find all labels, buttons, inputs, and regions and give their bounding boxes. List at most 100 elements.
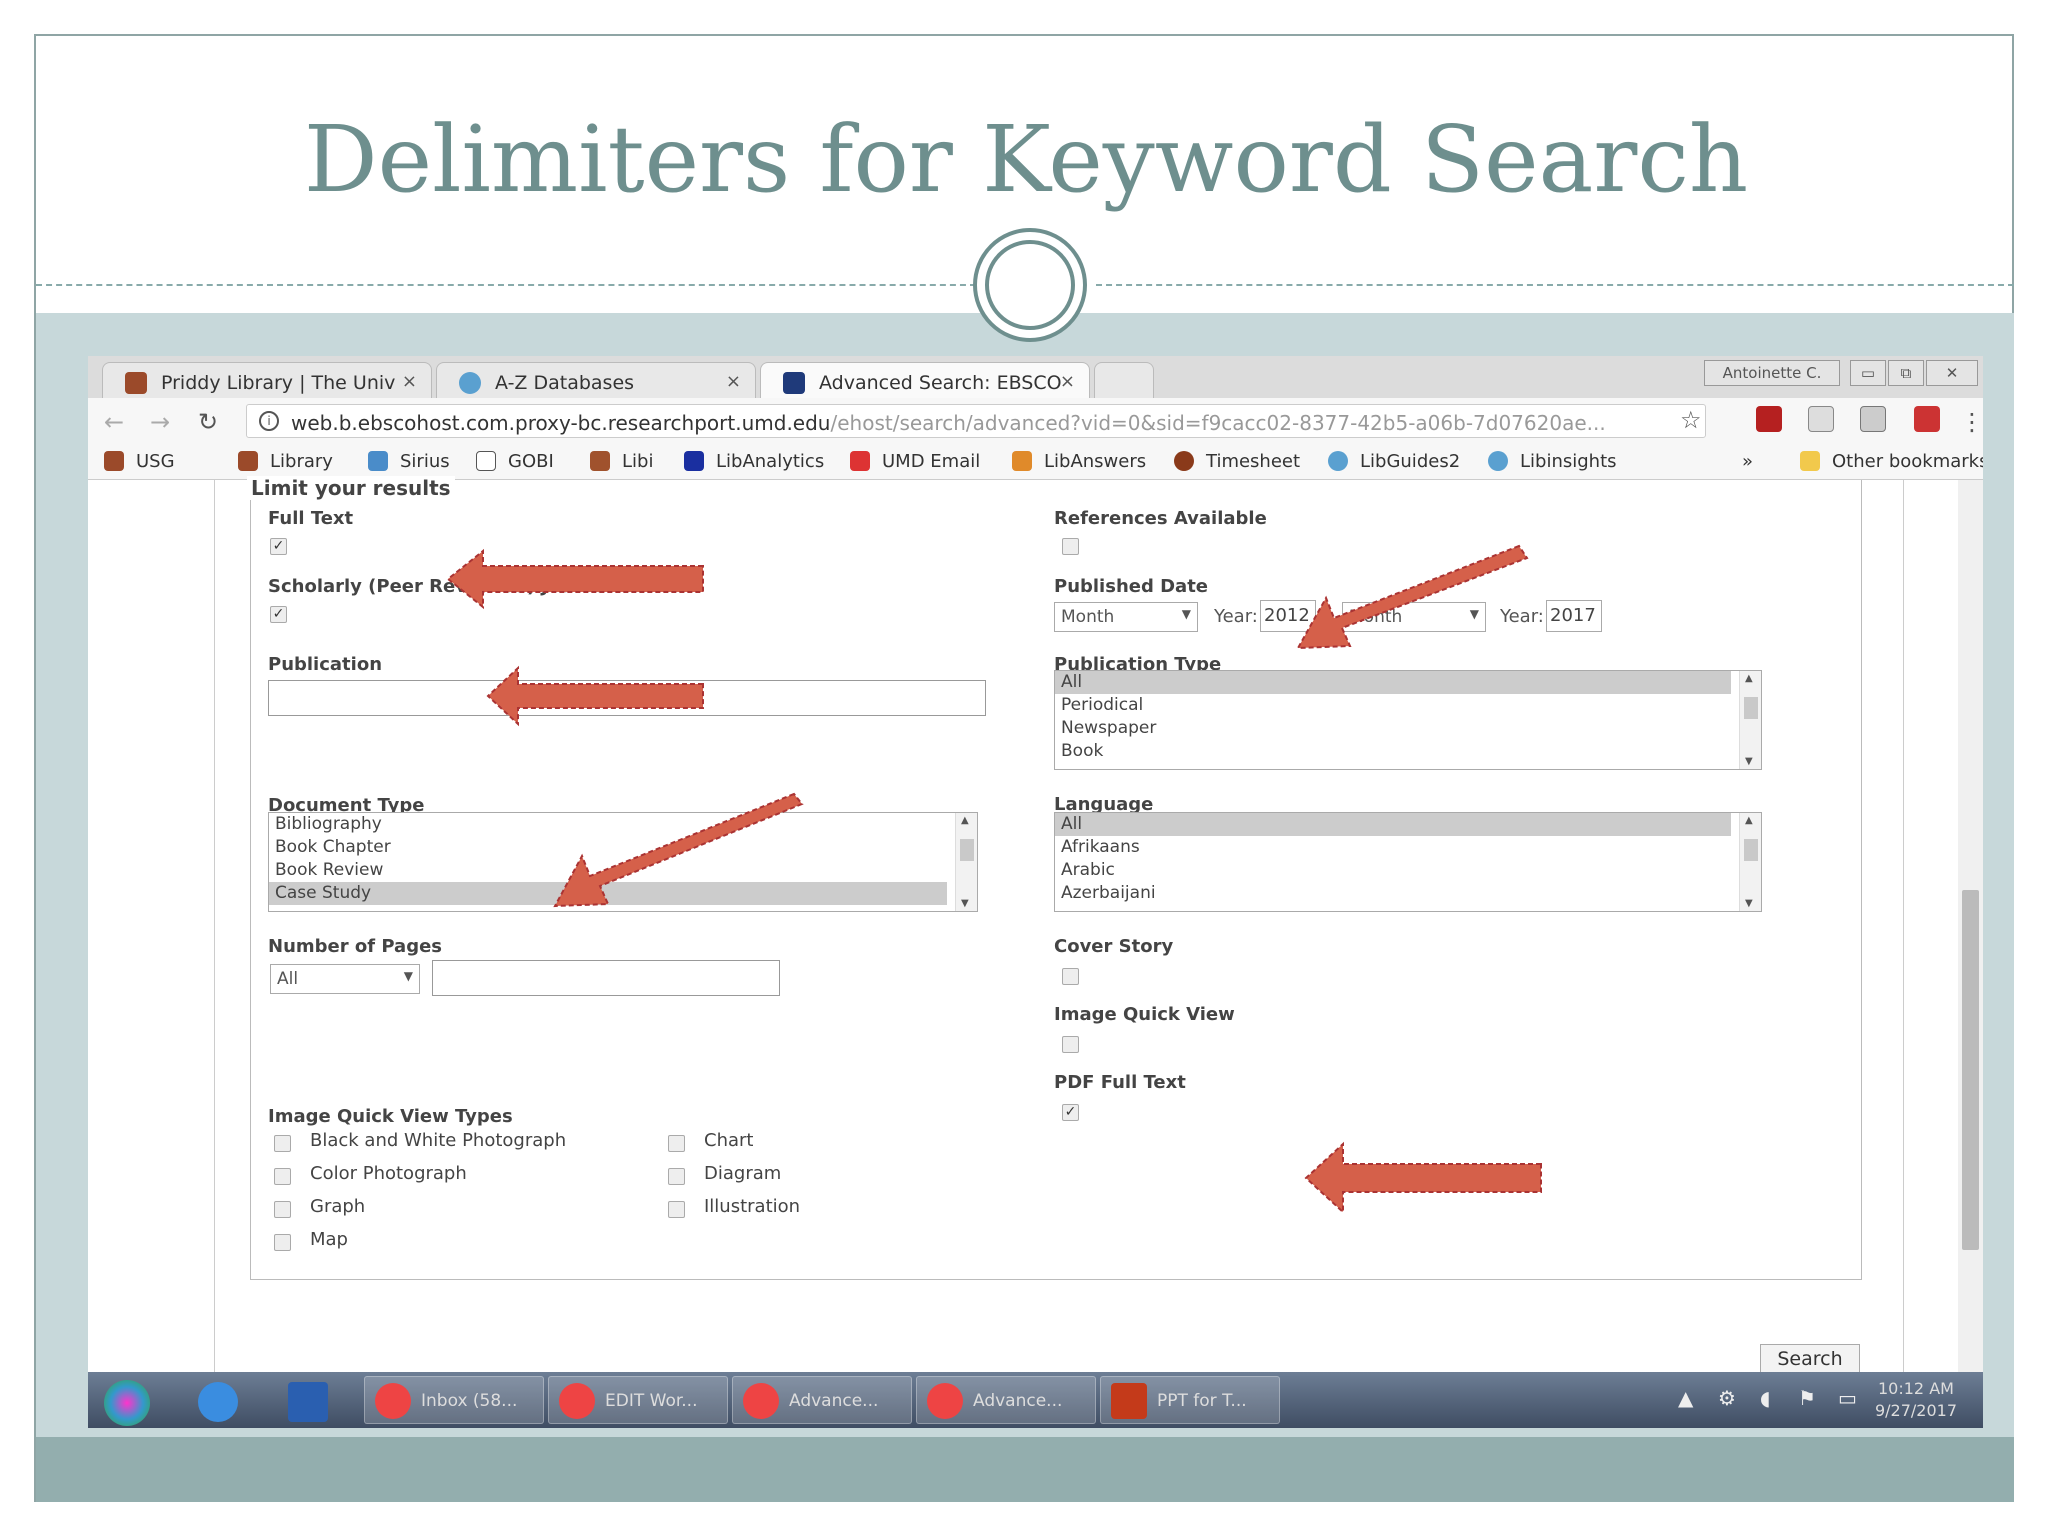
scroll-down-icon[interactable]: ▼	[1745, 756, 1753, 767]
restore-icon[interactable]: ⧉	[1888, 360, 1924, 386]
taskbar-item[interactable]: EDIT Wor...	[548, 1376, 728, 1424]
bookmark-usg[interactable]: USG	[104, 451, 175, 472]
scroll-up-icon[interactable]: ▲	[961, 815, 969, 826]
tab-az-databases[interactable]: A-Z Databases ×	[436, 362, 756, 398]
network-icon[interactable]: ⚙	[1718, 1386, 1736, 1410]
bookmark-timesheet[interactable]: Timesheet	[1174, 451, 1300, 472]
scholarly-checkbox[interactable]: ✓	[270, 606, 287, 623]
pdf-full-text-checkbox[interactable]: ✓	[1062, 1104, 1079, 1121]
other-bookmarks[interactable]: Other bookmarks	[1800, 451, 1983, 472]
profile-button[interactable]: Antoinette C.	[1704, 360, 1840, 386]
bookmark-libguides2[interactable]: LibGuides2	[1328, 451, 1460, 472]
switch-icon[interactable]	[288, 1382, 328, 1422]
bw-photo-checkbox[interactable]	[274, 1135, 291, 1152]
list-item[interactable]: Book	[1055, 740, 1731, 763]
bookmark-gobi[interactable]: GOBI	[476, 451, 554, 472]
scrollbar-thumb[interactable]	[1744, 839, 1758, 861]
tab-advanced-search[interactable]: Advanced Search: EBSCO ×	[760, 362, 1090, 398]
scrollbar-thumb[interactable]	[1962, 890, 1979, 1250]
libi-icon	[590, 451, 610, 471]
more-bookmarks-icon[interactable]: »	[1742, 451, 1753, 472]
menu-icon[interactable]: ⋮	[1960, 408, 1983, 436]
ie-icon[interactable]	[198, 1382, 238, 1422]
scrollbar-thumb[interactable]	[1744, 697, 1758, 719]
references-label: References Available	[1054, 508, 1267, 529]
scroll-down-icon[interactable]: ▼	[1745, 898, 1753, 909]
taskbar-item[interactable]: PPT for T...	[1100, 1376, 1280, 1424]
taskbar-item[interactable]: Advance...	[916, 1376, 1096, 1424]
scrollbar-thumb[interactable]	[960, 839, 974, 861]
flag-icon[interactable]: ⚑	[1798, 1386, 1816, 1410]
document-type-list[interactable]: Bibliography Book Chapter Book Review Ca…	[268, 812, 978, 912]
list-item[interactable]: Bibliography	[269, 813, 947, 836]
cloud-icon	[1328, 451, 1348, 471]
tray-expand-icon[interactable]: ▲	[1678, 1386, 1693, 1410]
taskbar-item[interactable]: Inbox (58...	[364, 1376, 544, 1424]
bookmark-sirius[interactable]: Sirius	[368, 451, 450, 472]
diagram-checkbox[interactable]	[668, 1168, 685, 1185]
pdf-extension-icon[interactable]	[1756, 406, 1782, 432]
start-button-icon[interactable]	[104, 1380, 150, 1426]
list-item[interactable]: All	[1055, 671, 1731, 694]
full-text-checkbox[interactable]: ✓	[270, 538, 287, 555]
list-item[interactable]: Arabic	[1055, 859, 1731, 882]
taskbar-item[interactable]: Advance...	[732, 1376, 912, 1424]
volume-icon[interactable]: ◖	[1760, 1386, 1771, 1410]
list-item[interactable]: Case Study	[269, 882, 947, 905]
image-quick-view-checkbox[interactable]	[1062, 1036, 1079, 1053]
scroll-up-icon[interactable]: ▲	[1745, 673, 1753, 684]
url-input[interactable]: i web.b.ebscohost.com.proxy-bc.researchp…	[246, 404, 1706, 438]
list-item[interactable]: Book Review	[269, 859, 947, 882]
star-icon[interactable]: ☆	[1680, 406, 1702, 434]
from-year-input[interactable]: 2012	[1260, 600, 1316, 632]
cover-story-checkbox[interactable]	[1062, 968, 1079, 985]
reload-icon[interactable]: ↻	[198, 408, 218, 436]
forward-icon[interactable]: →	[150, 408, 170, 436]
clock[interactable]: 10:12 AM 9/27/2017	[1875, 1378, 1957, 1422]
bookmark-libinsights[interactable]: Libinsights	[1488, 451, 1617, 472]
list-scrollbar[interactable]: ▲ ▼	[1739, 813, 1761, 911]
list-item[interactable]: Book Chapter	[269, 836, 947, 859]
extension-icon[interactable]	[1808, 406, 1834, 432]
close-icon[interactable]: ×	[726, 371, 741, 392]
new-tab-button[interactable]	[1094, 362, 1154, 398]
list-item[interactable]: Azerbaijani	[1055, 882, 1731, 905]
to-year-input[interactable]: 2017	[1546, 600, 1602, 632]
color-photo-checkbox[interactable]	[274, 1168, 291, 1185]
bookmark-umd-email[interactable]: UMD Email	[850, 451, 980, 472]
publication-input[interactable]	[268, 680, 986, 716]
tab-priddy[interactable]: Priddy Library | The Univ ×	[102, 362, 432, 398]
references-checkbox[interactable]	[1062, 538, 1079, 555]
list-item[interactable]: All	[1055, 813, 1731, 836]
map-checkbox[interactable]	[274, 1234, 291, 1251]
bookmark-libanalytics[interactable]: LibAnalytics	[684, 451, 824, 472]
bookmark-libi[interactable]: Libi	[590, 451, 653, 472]
list-item[interactable]: Newspaper	[1055, 717, 1731, 740]
back-icon[interactable]: ←	[104, 408, 124, 436]
from-month-select[interactable]: Month ▼	[1054, 602, 1198, 632]
graph-checkbox[interactable]	[274, 1201, 291, 1218]
display-icon[interactable]: ▭	[1838, 1386, 1857, 1410]
ublock-icon[interactable]	[1914, 406, 1940, 432]
minimize-icon[interactable]: ▭	[1850, 360, 1886, 386]
search-button[interactable]: Search	[1760, 1344, 1860, 1374]
bookmark-library[interactable]: Library	[238, 451, 333, 472]
list-scrollbar[interactable]: ▲ ▼	[955, 813, 977, 911]
list-item[interactable]: Afrikaans	[1055, 836, 1731, 859]
pages-input[interactable]	[432, 960, 780, 996]
scroll-up-icon[interactable]: ▲	[1745, 815, 1753, 826]
bookmark-libanswers[interactable]: LibAnswers	[1012, 451, 1146, 472]
chart-checkbox[interactable]	[668, 1135, 685, 1152]
language-list[interactable]: All Afrikaans Arabic Azerbaijani ▲ ▼	[1054, 812, 1762, 912]
close-icon[interactable]: ×	[402, 371, 417, 392]
close-icon[interactable]: ×	[1060, 371, 1075, 392]
to-month-select[interactable]: Month ▼	[1342, 602, 1486, 632]
list-scrollbar[interactable]: ▲ ▼	[1739, 671, 1761, 769]
publication-type-list[interactable]: All Periodical Newspaper Book ▲ ▼	[1054, 670, 1762, 770]
illustration-checkbox[interactable]	[668, 1201, 685, 1218]
list-item[interactable]: Periodical	[1055, 694, 1731, 717]
close-window-icon[interactable]: ✕	[1926, 360, 1978, 386]
pages-select[interactable]: All ▼	[270, 964, 420, 994]
scroll-down-icon[interactable]: ▼	[961, 898, 969, 909]
cast-icon[interactable]	[1860, 406, 1886, 432]
